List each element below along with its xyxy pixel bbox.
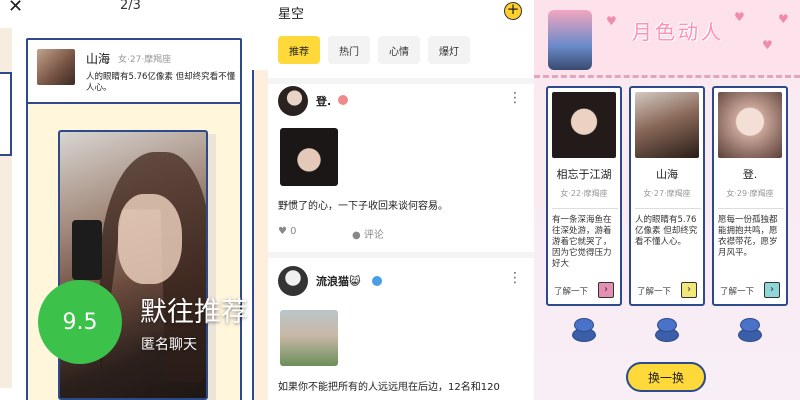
divider bbox=[268, 78, 534, 84]
tab-mood[interactable]: 心情 bbox=[378, 36, 420, 64]
swap-button[interactable]: 换一换 bbox=[626, 362, 706, 392]
panel-match: 月色动人 ♥ ♥ ♥ ♥ 相忘于江湖 女·22·摩羯座 有一条深海鱼在往深处游，… bbox=[534, 0, 800, 400]
post-text: 如果你不能把所有的人远远甩在后边，12名和120 bbox=[278, 382, 500, 393]
card-bio: 有一条深海鱼在往深处游，游着游着它就哭了，因为它觉得压力好大 bbox=[552, 208, 618, 278]
banner: 月色动人 ♥ ♥ ♥ ♥ bbox=[534, 0, 800, 78]
couple-illustration bbox=[548, 10, 592, 70]
profile-meta: 女·27·摩羯座 bbox=[118, 55, 172, 65]
card-name: 山海 bbox=[656, 168, 678, 181]
avatar[interactable] bbox=[278, 86, 308, 116]
tab-hot[interactable]: 热门 bbox=[328, 36, 370, 64]
match-card[interactable]: 山海 女·27·摩羯座 人的眼睛有5.76亿像素 但却终究看不懂人心。 了解一下… bbox=[629, 86, 705, 306]
plus-circle-icon[interactable]: + bbox=[504, 2, 522, 20]
comment-button[interactable]: ● 评论 bbox=[352, 226, 384, 241]
card-meta: 女·22·摩羯座 bbox=[560, 189, 608, 198]
learn-more-link[interactable]: 了解一下 bbox=[637, 285, 671, 297]
gender-badge-icon bbox=[338, 95, 348, 105]
heart-icon: ♥ bbox=[278, 226, 287, 237]
match-card[interactable]: 登. 女·29·摩羯座 愿每一份孤独都能拥抱共鸣，愿衣襟带花，愿岁月风平。 了解… bbox=[712, 86, 788, 306]
knob-icon bbox=[572, 318, 596, 344]
tab-spotlight[interactable]: 爆灯 bbox=[428, 36, 470, 64]
more-icon[interactable]: ⋮ bbox=[508, 270, 522, 286]
knob-icon bbox=[655, 318, 679, 344]
top-bar: ✕ 2/3 bbox=[0, 0, 268, 20]
app-subtitle: 匿名聊天 bbox=[141, 337, 197, 353]
card-name: 登. bbox=[742, 168, 758, 181]
tab-recommend[interactable]: 推荐 bbox=[278, 36, 320, 64]
profile-photo bbox=[552, 92, 616, 158]
heart-icon: ♥ bbox=[778, 12, 789, 26]
post-text: 野惯了的心，一下子收回来谈何容易。 bbox=[278, 201, 448, 212]
knob-icon bbox=[738, 318, 762, 344]
post-author[interactable]: 流浪猫😸 bbox=[316, 273, 360, 289]
more-icon[interactable]: ⋮ bbox=[508, 90, 522, 106]
chevron-right-icon[interactable]: › bbox=[598, 282, 614, 298]
app-title: 默往推荐 bbox=[140, 297, 248, 328]
like-button[interactable]: ♥ 0 bbox=[278, 226, 297, 237]
card-meta: 女·29·摩羯座 bbox=[726, 189, 774, 198]
comment-icon: ● bbox=[352, 230, 361, 241]
match-card[interactable]: 相忘于江湖 女·22·摩羯座 有一条深海鱼在往深处游，游着游着它就哭了，因为它觉… bbox=[546, 86, 622, 306]
card-bio: 愿每一份孤独都能拥抱共鸣，愿衣襟带花，愿岁月风平。 bbox=[718, 208, 784, 278]
profile-photo bbox=[718, 92, 782, 158]
post-image[interactable] bbox=[280, 128, 338, 186]
chevron-right-icon[interactable]: › bbox=[681, 282, 697, 298]
divider bbox=[268, 252, 534, 258]
card-meta: 女·27·摩羯座 bbox=[643, 189, 691, 198]
profile-photo bbox=[635, 92, 699, 158]
rating-badge: 9.5 bbox=[38, 280, 122, 364]
page-counter: 2/3 bbox=[120, 0, 141, 13]
heart-icon: ♥ bbox=[734, 10, 745, 24]
learn-more-link[interactable]: 了解一下 bbox=[720, 285, 754, 297]
card-name: 相忘于江湖 bbox=[556, 168, 612, 181]
profile-header: 山海 女·27·摩羯座 人的眼睛有5.76亿像素 但却终究看不懂人心。 bbox=[26, 38, 242, 104]
panel-profile-card: ✕ 2/3 山海 女·27·摩羯座 人的眼睛有5.76亿像素 但却终究看不懂人心… bbox=[0, 0, 268, 400]
feed-tabs: 推荐 热门 心情 爆灯 bbox=[278, 36, 470, 64]
banner-title: 月色动人 bbox=[632, 20, 724, 44]
avatar bbox=[37, 49, 75, 85]
page-title: 星空 bbox=[278, 7, 305, 22]
learn-more-link[interactable]: 了解一下 bbox=[554, 285, 588, 297]
post-author[interactable]: 登. bbox=[316, 93, 331, 109]
heart-icon: ♥ bbox=[762, 38, 773, 52]
avatar[interactable] bbox=[278, 266, 308, 296]
profile-name: 山海 bbox=[86, 52, 111, 66]
post-image[interactable] bbox=[280, 310, 338, 366]
close-icon[interactable]: ✕ bbox=[8, 0, 23, 17]
screenshot-collage: ✕ 2/3 山海 女·27·摩羯座 人的眼睛有5.76亿像素 但却终究看不懂人心… bbox=[0, 0, 800, 400]
heart-icon: ♥ bbox=[606, 14, 617, 28]
chevron-right-icon[interactable]: › bbox=[764, 282, 780, 298]
gender-badge-icon bbox=[372, 276, 382, 286]
panel-feed: 星空 + 推荐 热门 心情 爆灯 登. ⋮ 野惯了的心，一下子收回来谈何容易。 … bbox=[268, 0, 534, 400]
profile-bio: 人的眼睛有5.76亿像素 但却终究看不懂人心。 bbox=[86, 72, 236, 93]
prev-card-edge bbox=[0, 28, 12, 388]
card-bio: 人的眼睛有5.76亿像素 但却终究看不懂人心。 bbox=[635, 208, 701, 278]
next-card-edge bbox=[252, 70, 268, 400]
